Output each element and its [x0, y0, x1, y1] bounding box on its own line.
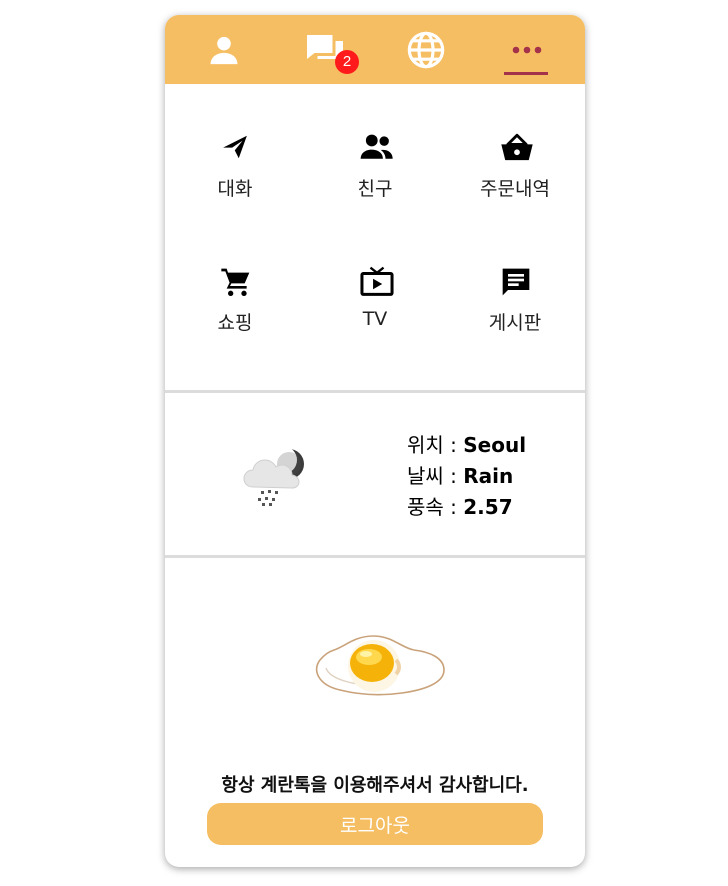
- app-frame: 2 대화 친구 주문내역 쇼핑 TV 게시판 위치: Seoul 날씨: R…: [165, 15, 585, 867]
- weather-location-label: 위치 :: [407, 433, 464, 457]
- weather-wind-row: 풍속 : 2.57: [407, 492, 526, 523]
- weather-info: 위치 : Seoul 날씨 : Rain 풍속 : 2.57: [407, 430, 526, 523]
- menu-item-label: TV: [362, 308, 388, 330]
- unread-badge: 2: [335, 50, 359, 74]
- menu-item-tv[interactable]: TV: [305, 266, 445, 366]
- top-nav: 2: [165, 15, 585, 84]
- people-icon: [360, 132, 393, 162]
- weather-location-row: 위치 : Seoul: [407, 430, 526, 461]
- cart-icon: [220, 266, 250, 296]
- tv-icon: [360, 266, 394, 296]
- logout-button[interactable]: 로그아웃: [207, 803, 543, 845]
- person-icon: [207, 33, 241, 67]
- fried-egg-icon: [308, 630, 448, 700]
- weather-condition-label: 날씨 :: [407, 464, 464, 488]
- nav-chats-tab[interactable]: [272, 15, 377, 84]
- menu-item-label: 대화: [217, 178, 253, 200]
- menu-item-label: 친구: [357, 178, 393, 200]
- weather-location-value: Seoul: [463, 433, 527, 457]
- active-tab-indicator: [504, 72, 548, 75]
- thanks-message: 항상 계란톡을 이용해주셔서 감사합니다.: [221, 775, 529, 796]
- nav-profile-tab[interactable]: [171, 15, 276, 84]
- menu-item-friends[interactable]: 친구: [305, 132, 445, 232]
- menu-grid: 대화 친구 주문내역 쇼핑 TV 게시판: [165, 84, 585, 390]
- weather-condition-value: Rain: [463, 464, 514, 488]
- menu-item-shopping[interactable]: 쇼핑: [165, 266, 305, 366]
- weather-condition-row: 날씨 : Rain: [407, 461, 526, 492]
- send-icon: [220, 132, 250, 162]
- menu-item-label: 쇼핑: [217, 312, 253, 334]
- weather-wind-value: 2.57: [463, 495, 513, 519]
- weather-panel: 위치 : Seoul 날씨 : Rain 풍속 : 2.57: [165, 393, 585, 555]
- nav-globe-tab[interactable]: [373, 15, 478, 84]
- weather-wind-label: 풍속 :: [407, 495, 464, 519]
- menu-item-orders[interactable]: 주문내역: [445, 132, 585, 232]
- rain-night-cloud-icon: [241, 443, 311, 511]
- footer-panel: 항상 계란톡을 이용해주셔서 감사합니다. 로그아웃: [165, 558, 585, 867]
- more-icon: [510, 45, 544, 55]
- globe-icon: [406, 30, 446, 70]
- menu-item-label: 게시판: [488, 312, 542, 334]
- basket-icon: [500, 132, 533, 162]
- menu-item-board[interactable]: 게시판: [445, 266, 585, 366]
- menu-item-chat[interactable]: 대화: [165, 132, 305, 232]
- menu-item-label: 주문내역: [480, 178, 550, 200]
- message-icon: [500, 266, 530, 296]
